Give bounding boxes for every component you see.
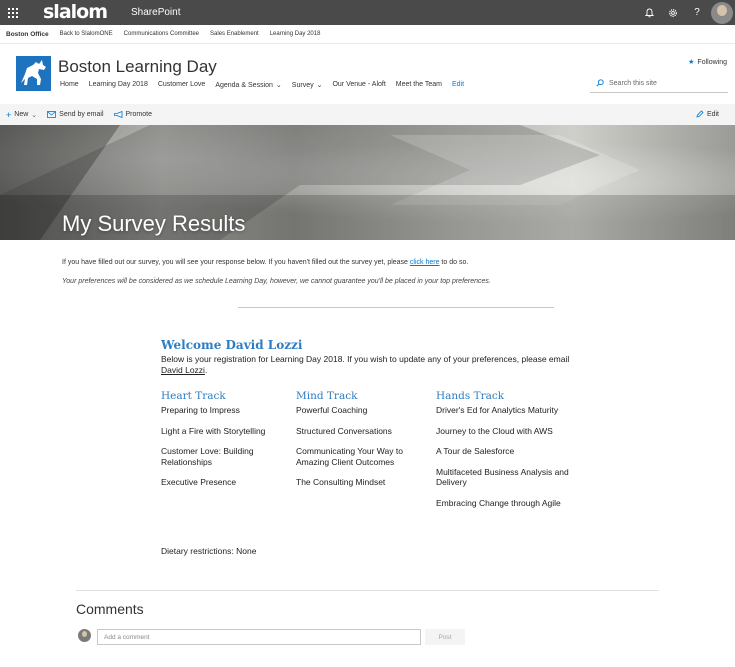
send-by-email-button[interactable]: Send by email	[47, 110, 104, 120]
comment-input[interactable]: Add a comment	[97, 629, 421, 645]
search-icon	[596, 78, 604, 89]
welcome-heading: Welcome David Lozzi	[161, 338, 303, 352]
waffle-icon[interactable]	[0, 0, 25, 25]
track-session: Journey to the Cloud with AWS	[436, 425, 553, 436]
nav-item-customer-love[interactable]: Customer Love	[158, 81, 205, 89]
new-label: New	[14, 111, 29, 118]
dietary-restrictions: Dietary restrictions: None	[161, 546, 257, 556]
bell-icon[interactable]	[637, 0, 661, 25]
track-session: Driver's Ed for Analytics Maturity	[436, 405, 559, 415]
chevron-down-icon: ⌄	[31, 111, 38, 119]
edit-page-button[interactable]: Edit	[696, 104, 719, 125]
track-session: Customer Love: Building Relationships	[161, 446, 254, 467]
gear-icon[interactable]	[661, 0, 685, 25]
suite-bar: slalom SharePoint ?	[0, 0, 735, 25]
hub-nav: Boston Office Back to SlalomONE Communic…	[0, 25, 735, 44]
track-session: Preparing to Impress	[161, 405, 240, 415]
mail-icon	[47, 110, 57, 120]
nav-item-agenda-session[interactable]: Agenda & Session ⌄	[215, 81, 281, 89]
nav-label: Survey	[291, 82, 314, 89]
email-link[interactable]: David Lozzi	[161, 365, 205, 375]
edit-label: Edit	[706, 111, 719, 118]
nav-edit-link[interactable]: Edit	[452, 81, 464, 89]
page-title: My Survey Results	[62, 211, 246, 236]
promote-label: Promote	[125, 111, 152, 118]
following-label: Following	[697, 59, 727, 66]
track-heading: Heart Track	[161, 390, 226, 402]
site-nav: Home Learning Day 2018 Customer Love Age…	[60, 81, 474, 89]
intro-note: Your preferences will be considered as w…	[62, 278, 491, 285]
plus-icon: +	[6, 109, 12, 120]
track-session: Light a Fire with Storytelling	[161, 425, 266, 436]
mind-track: Mind Track Powerful Coaching Structured …	[296, 390, 434, 488]
track-session: Powerful Coaching	[296, 405, 368, 415]
star-icon: ★	[688, 59, 695, 66]
track-heading: Mind Track	[296, 390, 358, 402]
divider	[76, 590, 659, 591]
site-logo[interactable]	[16, 56, 51, 91]
nav-item-meet-the-team[interactable]: Meet the Team	[396, 81, 442, 89]
hub-nav-item-communications-committee[interactable]: Communications Committee	[124, 31, 199, 37]
hands-track: Hands Track Driver's Ed for Analytics Ma…	[436, 390, 574, 508]
heart-track: Heart Track Preparing to Impress Light a…	[161, 390, 299, 488]
hub-nav-item-learning-day-2018[interactable]: Learning Day 2018	[270, 31, 321, 37]
nav-label: Agenda & Session	[215, 82, 273, 89]
click-here-link[interactable]: click here	[410, 259, 440, 266]
chevron-down-icon: ⌄	[316, 82, 323, 89]
track-session: Communicating Your Way to Amazing Client…	[296, 446, 403, 467]
search-placeholder: Search this site	[609, 80, 657, 87]
track-session: Executive Presence	[161, 477, 237, 487]
registration-text: Below is your registration for Learning …	[161, 354, 581, 375]
registration-end: .	[204, 364, 208, 375]
track-session: A Tour de Salesforce	[436, 446, 515, 456]
track-heading: Hands Track	[436, 390, 505, 402]
track-session: Multifaceted Business Analysis and Deliv…	[436, 466, 569, 488]
nav-item-home[interactable]: Home	[60, 81, 79, 89]
comment-placeholder: Add a comment	[104, 633, 150, 641]
pencil-icon	[696, 109, 704, 120]
site-header: Boston Learning Day Home Learning Day 20…	[0, 44, 735, 101]
track-session: Structured Conversations	[296, 425, 392, 436]
avatar[interactable]	[711, 1, 733, 24]
post-button[interactable]: Post	[425, 629, 465, 645]
hub-nav-item-back-to-slalomone[interactable]: Back to SlalomONE	[60, 31, 113, 37]
megaphone-icon	[113, 110, 123, 120]
suite-bar-actions: ?	[637, 0, 735, 25]
nav-item-our-venue[interactable]: Our Venue - Aloft	[332, 81, 385, 89]
track-session: Embracing Change through Agile	[436, 497, 561, 508]
intro-text-before: If you have filled out our survey, you w…	[62, 259, 410, 266]
following-button[interactable]: ★ Following	[688, 58, 727, 66]
command-bar: + New ⌄ Send by email Promote Edit	[0, 104, 735, 125]
registration-body: Below is your registration for Learning …	[161, 354, 570, 364]
intro-text: If you have filled out our survey, you w…	[62, 259, 468, 266]
send-label: Send by email	[59, 111, 104, 118]
comments-heading: Comments	[76, 601, 144, 617]
help-icon[interactable]: ?	[685, 0, 709, 25]
avatar	[78, 629, 91, 642]
search-input[interactable]: Search this site	[590, 75, 728, 93]
hero-banner: My Survey Results	[0, 125, 735, 240]
intro-text-after: to do so.	[439, 259, 469, 266]
nav-item-survey[interactable]: Survey ⌄	[292, 81, 323, 89]
brand-logo[interactable]: slalom	[43, 0, 108, 25]
promote-button[interactable]: Promote	[113, 110, 152, 120]
hub-nav-item-boston-office[interactable]: Boston Office	[6, 31, 49, 38]
suite-app-name[interactable]: SharePoint	[131, 7, 180, 18]
new-button[interactable]: + New ⌄	[6, 110, 37, 120]
site-title[interactable]: Boston Learning Day	[58, 57, 217, 77]
track-session: The Consulting Mindset	[296, 477, 386, 487]
nav-item-learning-day-2018[interactable]: Learning Day 2018	[89, 81, 148, 89]
chevron-down-icon: ⌄	[275, 82, 282, 89]
divider	[238, 307, 554, 308]
hub-nav-item-sales-enablement[interactable]: Sales Enablement	[210, 31, 259, 37]
